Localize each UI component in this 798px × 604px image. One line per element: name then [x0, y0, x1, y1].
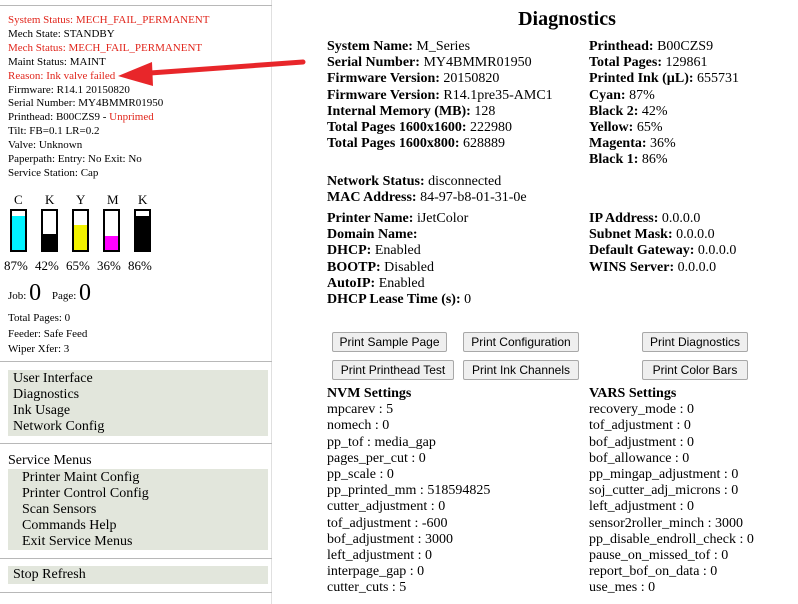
annotation-arrow-icon	[118, 59, 306, 86]
